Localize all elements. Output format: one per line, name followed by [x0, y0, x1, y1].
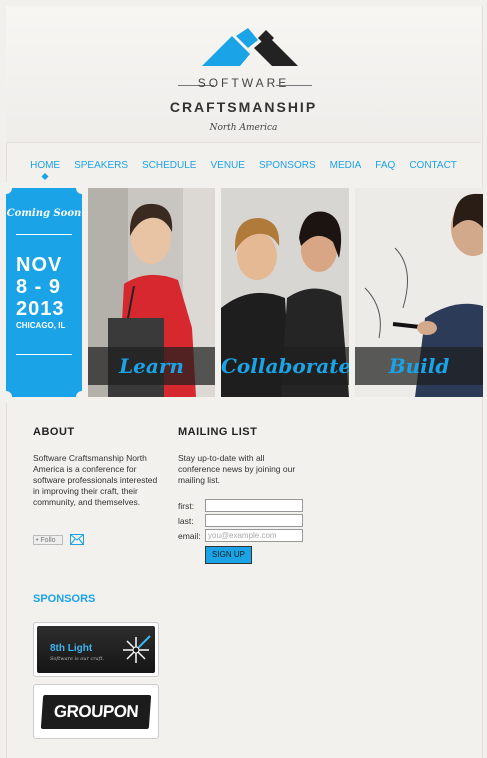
photo-learn[interactable]: Learn [88, 188, 215, 397]
event-date-ticket: Coming Soon NOV 8 - 9 2013 CHICAGO, IL [0, 182, 88, 403]
event-month: NOV [16, 254, 63, 276]
first-name-field[interactable] [205, 499, 303, 512]
ticket-rule-bottom [16, 354, 72, 355]
sponsors-heading: SPONSORS [33, 593, 96, 605]
twitter-bird-icon: • [36, 537, 39, 544]
last-name-field[interactable] [205, 514, 303, 527]
event-days: 8 - 9 [16, 276, 62, 298]
site-header: SOFTWARE CRAFTSMANSHIP North America [6, 6, 481, 143]
nav-speakers[interactable]: SPEAKERS [74, 150, 128, 178]
logo-rule-right [276, 85, 312, 86]
nav-venue[interactable]: VENUE [210, 150, 244, 178]
first-name-label: first: [178, 501, 195, 511]
twitter-follow-button[interactable]: • Follo [33, 535, 63, 545]
sponsor-8th-light-tagline: Software is our craft. [50, 656, 105, 662]
event-dates: NOV 8 - 9 2013 CHICAGO, IL [16, 254, 65, 332]
mailing-list-text: Stay up-to-date with all conference news… [178, 453, 296, 485]
caption-learn: Learn [88, 347, 215, 385]
envelope-icon[interactable] [70, 534, 84, 545]
email-label: email: [178, 531, 201, 541]
sponsor-8th-light-name: 8th Light [50, 643, 93, 654]
last-name-label: last: [178, 516, 194, 526]
about-heading: ABOUT [33, 426, 75, 438]
main-nav: HOME SPEAKERS SCHEDULE VENUE SPONSORS ME… [6, 150, 481, 178]
nav-faq[interactable]: FAQ [375, 150, 395, 178]
caption-collaborate: Collaborate [221, 347, 349, 385]
email-field[interactable] [205, 529, 303, 542]
photo-collaborate[interactable]: Collaborate [221, 188, 349, 397]
logo-region-text: North America [209, 123, 278, 133]
ticket-notch [0, 391, 12, 403]
ticket-rule-top [16, 234, 72, 235]
event-year: 2013 [16, 298, 65, 320]
nav-sponsors[interactable]: SPONSORS [259, 150, 316, 178]
coming-soon-label: Coming Soon [6, 208, 82, 219]
nav-home[interactable]: HOME [30, 150, 60, 178]
mailing-list-heading: MAILING LIST [178, 426, 258, 438]
nav-contact[interactable]: CONTACT [409, 150, 457, 178]
event-city: CHICAGO, IL [16, 321, 66, 330]
sponsor-groupon[interactable]: GROUPON [33, 684, 159, 739]
sponsor-groupon-name: GROUPON [53, 702, 139, 721]
caption-build: Build [355, 347, 483, 385]
sign-up-button[interactable]: SIGN UP [205, 546, 252, 564]
photo-build[interactable]: Build [355, 188, 483, 397]
sponsor-8th-light-logo: 8th Light Software is our craft. [37, 626, 155, 673]
nav-media[interactable]: MEDIA [330, 150, 362, 178]
ticket-notch [0, 182, 12, 194]
ticket-notch [76, 391, 88, 403]
sponsor-8th-light[interactable]: 8th Light Software is our craft. [33, 622, 159, 677]
nav-schedule[interactable]: SCHEDULE [142, 150, 196, 178]
logo-craftsmanship-text: CRAFTSMANSHIP [169, 99, 318, 115]
mountain-logo-icon[interactable] [202, 28, 298, 68]
logo-software-text: SOFTWARE [197, 76, 290, 90]
sponsor-groupon-logo: GROUPON [40, 695, 152, 729]
ticket-notch [76, 182, 88, 194]
starburst-icon [123, 635, 151, 663]
about-text: Software Craftsmanship North America is … [33, 453, 158, 507]
follow-label: Follo [40, 537, 56, 544]
